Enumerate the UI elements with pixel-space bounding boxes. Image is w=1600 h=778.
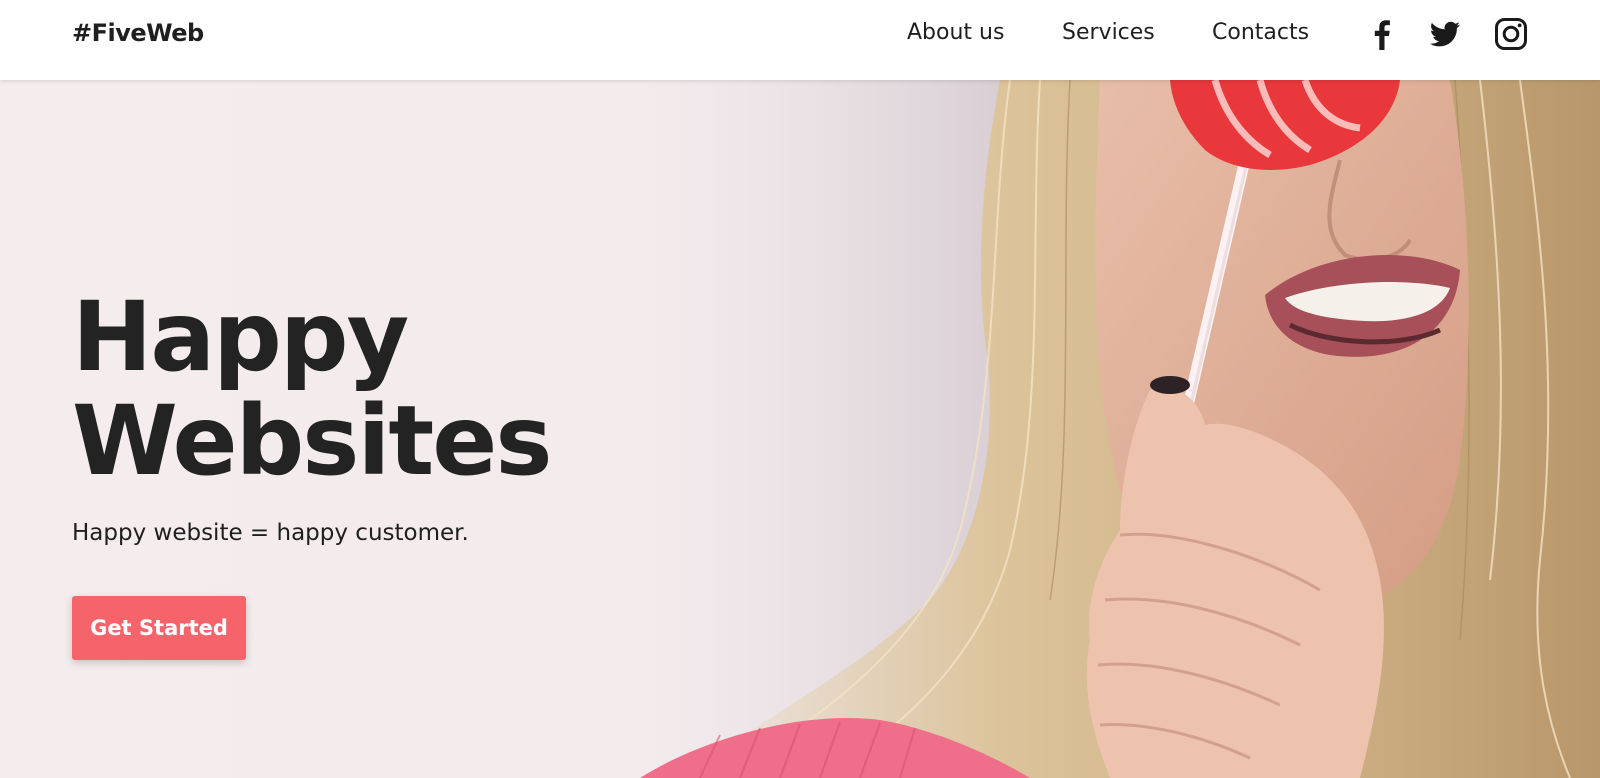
instagram-icon[interactable] bbox=[1494, 17, 1528, 51]
hero-section: Happy Websites Happy website = happy cus… bbox=[0, 80, 1600, 778]
site-header: #FiveWeb About us Services Contacts bbox=[0, 0, 1600, 80]
site-logo[interactable]: #FiveWeb bbox=[72, 18, 204, 48]
twitter-icon[interactable] bbox=[1428, 17, 1462, 51]
hero-title-line1: Happy bbox=[72, 281, 409, 393]
get-started-button[interactable]: Get Started bbox=[72, 596, 246, 660]
hero-title-line2: Websites bbox=[72, 385, 552, 497]
nav-link-contacts[interactable]: Contacts bbox=[1212, 18, 1309, 48]
landing-page: #FiveWeb About us Services Contacts Happ… bbox=[0, 0, 1600, 778]
facebook-icon[interactable] bbox=[1365, 17, 1399, 51]
hero-subtitle: Happy website = happy customer. bbox=[72, 520, 469, 546]
hero-title: Happy Websites bbox=[72, 281, 552, 497]
nav-link-services[interactable]: Services bbox=[1062, 18, 1155, 48]
nav-link-about-us[interactable]: About us bbox=[907, 18, 1004, 48]
